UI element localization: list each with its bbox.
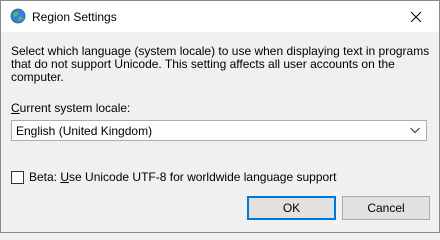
cancel-button[interactable]: Cancel (342, 196, 430, 220)
ok-button[interactable]: OK (247, 196, 336, 220)
beta-utf8-checkbox[interactable] (11, 171, 24, 184)
locale-label: Current system locale: (11, 101, 130, 115)
chevron-down-icon (410, 127, 420, 134)
locale-label-accelerator: C (11, 101, 20, 115)
beta-utf8-label[interactable]: Beta: Use Unicode UTF-8 for worldwide la… (29, 170, 337, 184)
description-text: Select which language (system locale) to… (11, 44, 430, 84)
region-settings-dialog: Region Settings Select which language (s… (0, 0, 440, 233)
locale-selected-value: English (United Kingdom) (16, 124, 153, 138)
dialog-body: Select which language (system locale) to… (1, 32, 439, 232)
globe-icon (10, 8, 26, 24)
title-bar[interactable]: Region Settings (1, 1, 439, 32)
close-icon (411, 11, 421, 22)
beta-prefix: Beta: (29, 170, 61, 184)
close-button[interactable] (393, 1, 439, 32)
window-title: Region Settings (32, 10, 117, 24)
system-locale-dropdown[interactable]: English (United Kingdom) (11, 120, 427, 141)
beta-label-text: se Unicode UTF-8 for worldwide language … (69, 170, 337, 184)
beta-accelerator: U (60, 170, 70, 184)
locale-label-text: urrent system locale: (19, 101, 131, 115)
